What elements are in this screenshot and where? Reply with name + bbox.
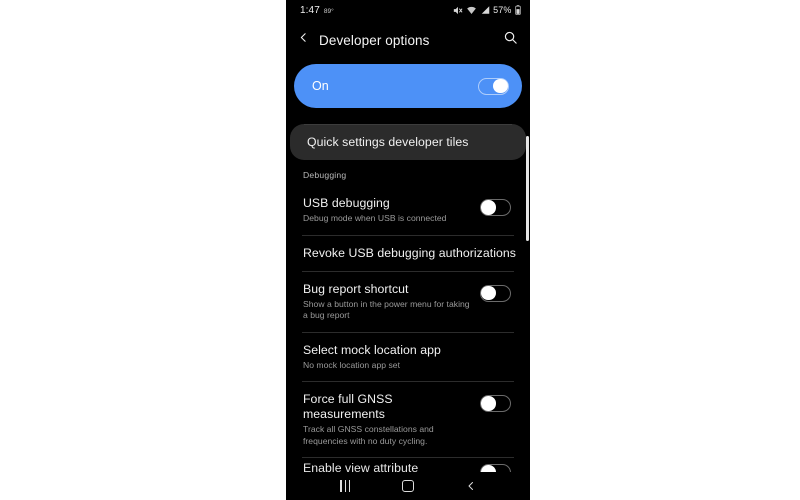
row-subtitle: Show a button in the power menu for taki… bbox=[303, 298, 470, 321]
battery-percent: 57% bbox=[493, 5, 512, 15]
status-bar-left: 1:47 89° bbox=[300, 5, 334, 16]
toggle-knob bbox=[493, 78, 508, 94]
home-icon bbox=[401, 479, 415, 493]
row-title: USB debugging bbox=[303, 196, 390, 210]
back-chevron-icon[interactable] bbox=[297, 29, 310, 51]
highlighted-setting-card[interactable]: Quick settings developer tiles bbox=[290, 124, 526, 160]
status-temperature: 89° bbox=[323, 7, 334, 15]
row-title: Select mock location app bbox=[303, 342, 441, 357]
master-switch-banner[interactable]: On bbox=[294, 64, 522, 108]
back-icon bbox=[468, 482, 473, 490]
page-title: Developer options bbox=[319, 32, 430, 48]
row-texts: Revoke USB debugging authorizations bbox=[303, 246, 516, 261]
usb-debugging-toggle[interactable] bbox=[480, 199, 511, 216]
row-texts: Bug report shortcut Show a button in the… bbox=[303, 282, 472, 322]
status-bar-right: 57% bbox=[452, 5, 521, 16]
row-title: Revoke USB debugging authorizations bbox=[303, 245, 516, 260]
status-bar: 1:47 89° 57% bbox=[286, 0, 530, 20]
row-texts: USB debugging Debug mode when USB is con… bbox=[303, 196, 472, 225]
row-texts: Quick settings developer tiles bbox=[307, 135, 512, 150]
list-item-bug-report-shortcut[interactable]: Bug report shortcut Show a button in the… bbox=[286, 272, 530, 332]
search-icon[interactable] bbox=[503, 30, 518, 50]
toggle-knob bbox=[481, 200, 496, 215]
bug-report-shortcut-toggle[interactable] bbox=[480, 284, 511, 302]
home-button[interactable] bbox=[388, 475, 428, 497]
row-subtitle: Debug mode when USB is connected bbox=[303, 213, 447, 223]
force-full-gnss-toggle[interactable] bbox=[480, 395, 511, 412]
list-item-revoke-usb-authorizations[interactable]: Revoke USB debugging authorizations bbox=[286, 236, 530, 271]
row-texts: Force full GNSS measurements Track all G… bbox=[303, 392, 472, 447]
page-root: 1:47 89° 57% Developer options On Quick … bbox=[0, 0, 800, 500]
row-subtitle: No mock location app set bbox=[303, 359, 400, 370]
battery-icon bbox=[515, 5, 521, 15]
toggle-knob bbox=[481, 285, 496, 301]
master-switch-container: On bbox=[286, 60, 530, 114]
list-item-usb-debugging[interactable]: USB debugging Debug mode when USB is con… bbox=[286, 186, 530, 235]
list-item-force-full-gnss[interactable]: Force full GNSS measurements Track all G… bbox=[286, 382, 530, 457]
row-subtitle: Track all GNSS constellations and freque… bbox=[303, 424, 434, 446]
section-header-debugging: Debugging bbox=[303, 170, 347, 180]
mute-icon bbox=[453, 6, 463, 14]
scrollbar[interactable] bbox=[525, 136, 529, 241]
action-bar: Developer options bbox=[286, 20, 530, 60]
master-switch-label: On bbox=[312, 79, 329, 93]
back-button[interactable] bbox=[451, 475, 491, 497]
master-switch-toggle[interactable] bbox=[478, 77, 509, 95]
navigation-bar bbox=[286, 472, 530, 500]
list-item-select-mock-location-app[interactable]: Select mock location app No mock locatio… bbox=[286, 333, 530, 382]
wifi-icon bbox=[467, 6, 477, 14]
row-texts: Select mock location app No mock locatio… bbox=[303, 343, 516, 372]
status-time: 1:47 bbox=[300, 4, 320, 16]
toggle-knob bbox=[481, 396, 496, 411]
recents-button[interactable] bbox=[325, 475, 365, 497]
row-title: Bug report shortcut bbox=[303, 281, 409, 296]
row-title: Quick settings developer tiles bbox=[307, 135, 469, 149]
phone-screenshot: 1:47 89° 57% Developer options On Quick … bbox=[286, 0, 530, 500]
row-title: Force full GNSS measurements bbox=[303, 392, 393, 421]
signal-icon bbox=[481, 6, 489, 14]
recents-icon bbox=[340, 480, 351, 492]
settings-list[interactable]: Quick settings developer tiles Debugging… bbox=[286, 114, 530, 500]
list-item-quick-settings-tiles[interactable]: Quick settings developer tiles bbox=[290, 125, 526, 160]
